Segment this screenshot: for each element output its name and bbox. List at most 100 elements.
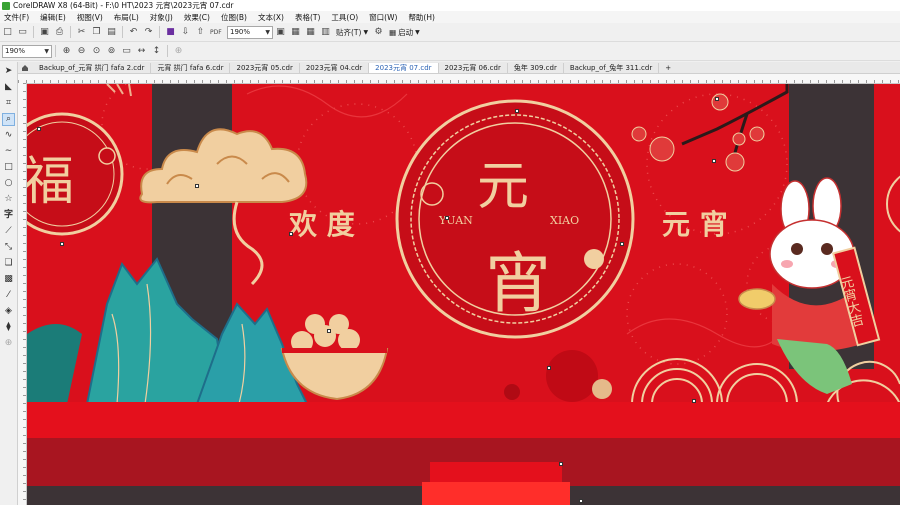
node-handle[interactable] [60,242,64,246]
show-rulers-icon[interactable]: ▦ [290,27,301,38]
menu-edit[interactable]: 编辑(E) [36,12,73,23]
full-screen-preview-icon[interactable]: ▣ [275,27,286,38]
snap-to-button[interactable]: 贴齐(T) ▼ [333,27,371,38]
parallel-dimension-icon[interactable]: ⟋ [3,226,14,237]
zoom-selected-icon[interactable]: ⊙ [91,46,102,57]
polygon-tool-icon[interactable]: ☆ [3,194,14,205]
window-title: CorelDRAW X8 (64-Bit) - F:\0 HT\2023 元宵\… [13,1,234,10]
node-handle[interactable] [559,462,563,466]
drop-shadow-icon[interactable]: ❏ [3,258,14,269]
tab-fafa-6[interactable]: 元宵 拱门 fafa 6.cdr [151,63,231,73]
tab-backup-fafa-2[interactable]: Backup_of_元宵 拱门 fafa 2.cdr [33,63,152,73]
menu-text[interactable]: 文本(X) [254,12,291,23]
artistic-media-icon[interactable]: ∼ [3,146,14,157]
zoom-property-combo[interactable]: 190% ▼ [2,44,52,58]
transparency-tool-icon[interactable]: ▩ [3,274,14,285]
show-guidelines-icon[interactable]: ▥ [320,27,331,38]
interactive-fill-icon[interactable]: ◈ [3,306,14,317]
menu-view[interactable]: 视图(V) [73,12,110,23]
menu-tools[interactable]: 工具(O) [327,12,365,23]
snap-to-label: 贴齐(T) [336,27,362,37]
horizontal-ruler[interactable] [18,74,900,84]
launch-button[interactable]: ▦ 启动 ▼ [386,27,423,38]
export-icon[interactable]: ⇧ [195,27,206,38]
zoom-in-icon[interactable]: ⊕ [61,46,72,57]
node-handle[interactable] [195,184,199,188]
node-handle[interactable] [579,499,583,503]
smart-fill-icon[interactable]: ⧫ [3,322,14,333]
options-gear-icon[interactable]: ⚙ [373,27,384,38]
tab-2023-04[interactable]: 2023元宵 04.cdr [300,63,370,73]
separator [167,45,168,57]
lantern-festival-artwork: 福 欢 度 元 宵 YUAN XIAO 元 宵 元宵大吉 [27,84,900,505]
tab-backup-rabbit-311[interactable]: Backup_of_兔年 311.cdr [564,63,660,73]
show-grid-icon[interactable]: ▦ [305,27,316,38]
node-handle[interactable] [692,399,696,403]
node-handle[interactable] [712,159,716,163]
tab-2023-06[interactable]: 2023元宵 06.cdr [439,63,508,73]
drawing-canvas[interactable]: 福 欢 度 元 宵 YUAN XIAO 元 宵 元宵大吉 [27,84,900,505]
import-icon[interactable]: ⇩ [180,27,191,38]
paste-icon[interactable]: ▤ [106,27,117,38]
menu-table[interactable]: 表格(T) [291,12,327,23]
menu-help[interactable]: 帮助(H) [404,12,442,23]
node-handle[interactable] [289,232,293,236]
node-handle[interactable] [620,242,624,246]
pick-tool-icon[interactable]: ➤ [3,66,14,77]
stage-band-top [27,402,900,438]
export-pdf-icon[interactable]: PDF [210,27,222,38]
add-tab-icon[interactable]: + [659,63,677,73]
eyedropper-icon[interactable]: ⁄ [3,290,14,301]
right-phrase: 元 宵 [662,208,728,241]
separator [122,26,123,38]
zoom-all-objects-icon[interactable]: ⊚ [106,46,117,57]
crop-tool-icon[interactable]: ⌗ [3,98,14,109]
node-handle[interactable] [715,97,719,101]
undo-icon[interactable]: ↶ [128,27,139,38]
zoom-height-icon[interactable]: ↕ [151,46,162,57]
center-word-yuan: YUAN [438,214,473,227]
home-icon[interactable] [21,64,29,72]
node-handle[interactable] [547,366,551,370]
menu-bitmaps[interactable]: 位图(B) [217,12,254,23]
connector-tool-icon[interactable]: ⤡ [3,242,14,253]
text-tool-icon[interactable]: 字 [3,210,14,221]
rectangle-tool-icon[interactable]: □ [3,162,14,173]
save-icon[interactable]: ▣ [39,27,50,38]
menu-layout[interactable]: 布局(L) [110,12,146,23]
zoom-levels-combo[interactable]: 190% ▼ [227,25,273,39]
node-handle[interactable] [445,216,449,220]
zoom-page-icon[interactable]: ▭ [121,46,132,57]
redo-icon[interactable]: ↷ [143,27,154,38]
tab-rabbit-309[interactable]: 兔年 309.cdr [508,63,564,73]
tab-2023-07[interactable]: 2023元宵 07.cdr [369,63,439,73]
small-red-ball [504,384,520,400]
node-handle[interactable] [327,329,331,333]
node-handle[interactable] [37,127,41,131]
open-folder-icon[interactable]: ▭ [17,27,28,38]
node-handle[interactable] [515,109,519,113]
zoom-out-icon[interactable]: ⊖ [76,46,87,57]
chevron-down-icon: ▼ [44,47,49,55]
add-tool-icon[interactable]: ⊕ [3,338,14,349]
menu-effects[interactable]: 效果(C) [180,12,217,23]
separator [33,26,34,38]
menu-object[interactable]: 对象(J) [146,12,180,23]
corel-connect-icon[interactable]: ■ [165,27,176,38]
copy-icon[interactable]: ❐ [91,27,102,38]
ellipse-tool-icon[interactable]: ○ [3,178,14,189]
zoom-width-icon[interactable]: ↔ [136,46,147,57]
shape-tool-icon[interactable]: ◣ [3,82,14,93]
print-icon[interactable]: ⎙ [54,27,65,38]
add-preset-icon[interactable]: ⊕ [173,46,184,57]
zoom-tool-icon[interactable]: ⌕ [2,113,15,126]
tab-2023-05[interactable]: 2023元宵 05.cdr [230,63,300,73]
cut-icon[interactable]: ✂ [76,27,87,38]
menu-file[interactable]: 文件(F) [0,12,36,23]
new-document-icon[interactable]: □ [2,27,13,38]
chevron-down-icon: ▼ [363,28,369,36]
title-bar: CorelDRAW X8 (64-Bit) - F:\0 HT\2023 元宵\… [0,0,900,11]
vertical-ruler[interactable] [18,83,27,505]
freehand-tool-icon[interactable]: ∿ [3,130,14,141]
menu-window[interactable]: 窗口(W) [365,12,404,23]
